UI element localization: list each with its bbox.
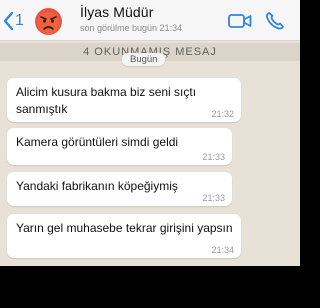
message-time: 21:34 [211, 245, 234, 255]
back-button[interactable]: 1 [2, 10, 24, 32]
contact-name[interactable]: İlyas Müdür [80, 4, 153, 20]
avatar[interactable] [35, 8, 62, 35]
message-bubble[interactable]: Kamera görüntüleri simdi geldi 21:33 [7, 128, 232, 165]
date-separator: Bugün [122, 53, 166, 66]
message-bubble[interactable]: Alicim kusura bakma biz seni sıçtı sanmı… [7, 78, 241, 122]
phone-icon[interactable] [264, 11, 286, 31]
chat-header: 1 İlyas Müdür son görülme bugün 21:34 [0, 0, 300, 41]
video-camera-icon[interactable] [228, 13, 252, 29]
last-seen-status: son görülme bugün 21:34 [80, 23, 183, 33]
angry-face-emoji [35, 8, 62, 35]
message-time: 21:33 [202, 193, 225, 203]
message-bubble[interactable]: Yarın gel muhasebe tekrar girişini yapsı… [7, 214, 241, 258]
message-text: Yarın gel muhasebe tekrar girişini yapsı… [16, 221, 233, 235]
message-text: Kamera görüntüleri simdi geldi [16, 135, 179, 149]
chat-screen: 1 İlyas Müdür son görülme bugün 21:34 4 … [0, 0, 300, 266]
message-time: 21:33 [202, 152, 225, 162]
message-bubble[interactable]: Yandaki fabrikanın köpeğiymiş 21:33 [7, 172, 232, 206]
message-text: Alicim kusura bakma biz seni sıçtı sanmı… [16, 85, 197, 116]
message-time: 21:32 [211, 109, 234, 119]
message-text: Yandaki fabrikanın köpeğiymiş [16, 179, 178, 193]
unread-chats-count: 1 [15, 12, 24, 29]
chevron-left-icon [3, 11, 14, 31]
